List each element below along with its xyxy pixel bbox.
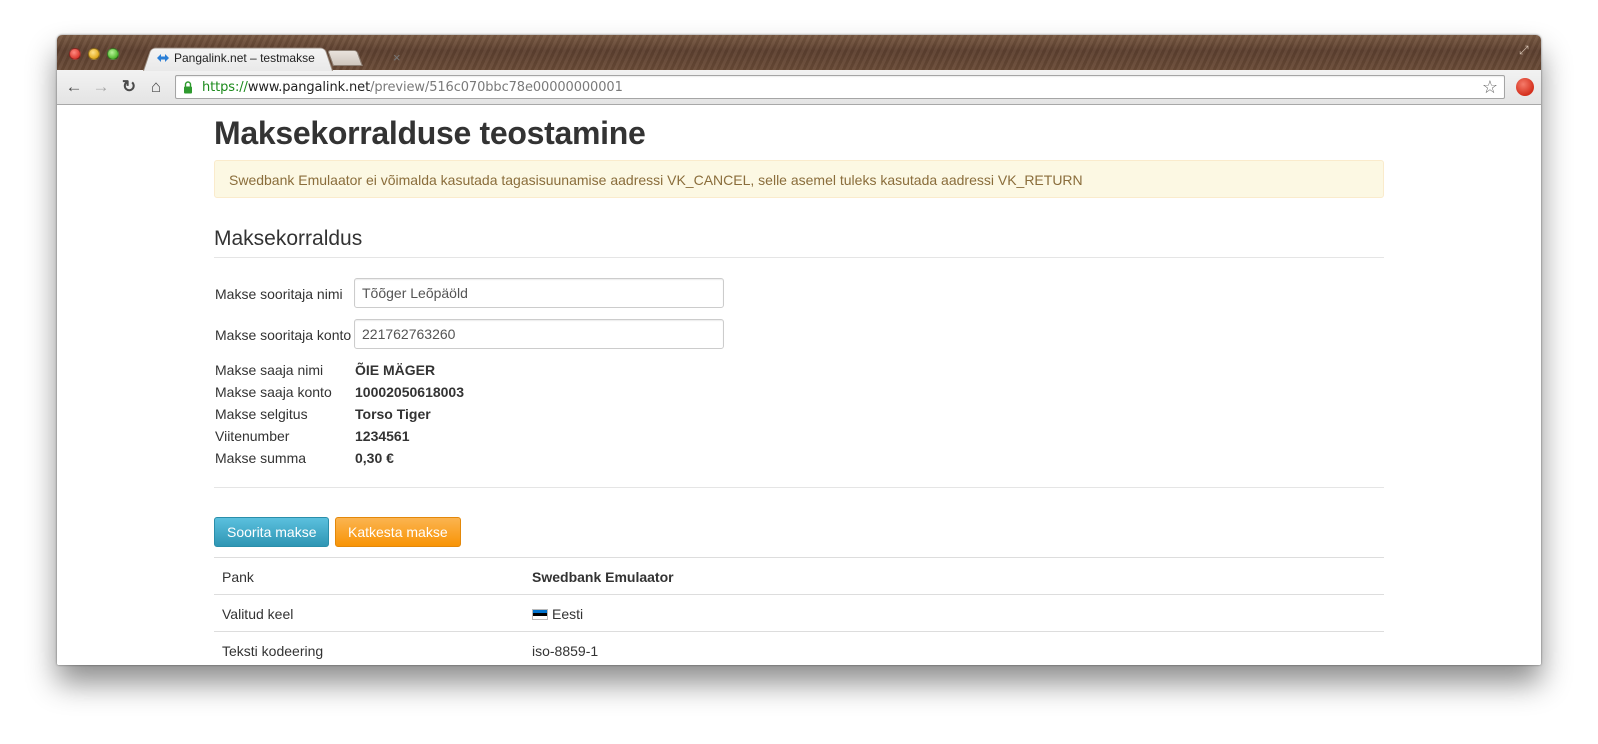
- tab-title: Pangalink.net – testmakse: [174, 51, 315, 65]
- browser-toolbar: ← → ↻ ⌂ https://www.pangalink.net/previe…: [57, 70, 1541, 105]
- bookmark-star-icon[interactable]: ☆: [1482, 77, 1498, 98]
- reload-icon[interactable]: ↻: [119, 77, 139, 97]
- detail-label: Makse selgitus: [215, 406, 308, 422]
- minimize-window-button[interactable]: [88, 48, 100, 60]
- detail-label: Viitenumber: [215, 428, 290, 444]
- table-row: Pank Swedbank Emulaator: [214, 557, 1384, 594]
- section-divider: [214, 257, 1384, 258]
- extension-icon[interactable]: [1516, 78, 1534, 96]
- payer-name-input[interactable]: [354, 278, 724, 308]
- table-cell-label: Pank: [222, 569, 254, 585]
- table-cell-value-language: Eesti: [532, 606, 583, 622]
- fullscreen-icon[interactable]: ⤢: [1519, 44, 1531, 56]
- detail-label: Makse saaja nimi: [215, 362, 324, 378]
- browser-window: Pangalink.net – testmakse × ⤢ ← → ↻ ⌂ ht…: [57, 35, 1541, 665]
- detail-value: ÕIE MÄGER: [355, 362, 436, 378]
- table-cell-value: Swedbank Emulaator: [532, 569, 674, 585]
- payer-account-row: Makse sooritaja konto: [214, 319, 734, 349]
- title-bar: Pangalink.net – testmakse × ⤢: [57, 35, 1541, 71]
- table-cell-value: iso-8859-1: [532, 643, 599, 659]
- pangalink-favicon-icon: [157, 54, 169, 62]
- back-arrow-icon[interactable]: ←: [64, 77, 84, 97]
- detail-value: 0,30 €: [355, 450, 394, 466]
- table-row: Valitud keel Eesti: [214, 594, 1384, 631]
- section-title: Maksekorraldus: [214, 227, 363, 250]
- browser-tab[interactable]: Pangalink.net – testmakse ×: [143, 45, 401, 71]
- cancel-payment-button[interactable]: Katkesta makse: [335, 517, 461, 547]
- payer-name-label: Makse sooritaja nimi: [215, 286, 343, 302]
- payer-account-label: Makse sooritaja konto: [215, 327, 352, 343]
- language-value: Eesti: [552, 606, 584, 622]
- detail-value: Torso Tiger: [355, 406, 431, 422]
- new-tab-button[interactable]: [327, 50, 363, 66]
- zoom-window-button[interactable]: [107, 48, 119, 60]
- payer-account-input[interactable]: [354, 319, 724, 349]
- table-cell-label: Valitud keel: [222, 606, 294, 622]
- detail-label: Makse saaja konto: [215, 384, 332, 400]
- lock-icon: [184, 81, 192, 94]
- detail-label: Makse summa: [215, 450, 307, 466]
- warning-alert: Swedbank Emulaator ei võimalda kasutada …: [214, 160, 1384, 198]
- form-divider: [214, 487, 1384, 488]
- page-title: Maksekorralduse teostamine: [214, 115, 646, 151]
- tab-close-icon[interactable]: ×: [393, 50, 401, 65]
- detail-value: 1234561: [355, 428, 410, 444]
- address-bar[interactable]: https://www.pangalink.net/preview/516c07…: [175, 75, 1505, 99]
- table-cell-label: Teksti kodeering: [222, 643, 324, 659]
- forward-arrow-icon[interactable]: →: [91, 77, 111, 97]
- payer-name-row: Makse sooritaja nimi: [214, 278, 734, 308]
- submit-payment-button[interactable]: Soorita makse: [214, 517, 330, 547]
- url-text: https://www.pangalink.net/preview/516c07…: [202, 80, 623, 95]
- table-row: Teksti kodeering iso-8859-1: [214, 631, 1384, 665]
- estonian-flag-icon: [532, 609, 548, 620]
- page-content: Maksekorralduse teostamine Swedbank Emul…: [57, 105, 1541, 665]
- detail-value: 10002050618003: [355, 384, 465, 400]
- home-icon[interactable]: ⌂: [146, 77, 166, 97]
- close-window-button[interactable]: [69, 48, 81, 60]
